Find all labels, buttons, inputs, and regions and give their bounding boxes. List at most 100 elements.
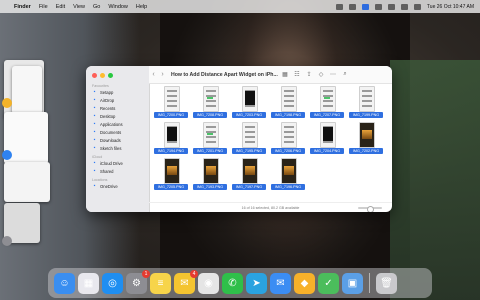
sidebar-item-airdrop[interactable]: ▪ AirDrop — [86, 96, 149, 104]
close-button[interactable] — [92, 73, 97, 78]
sidebar-item-icloud-drive[interactable]: ▪ iCloud Drive — [86, 159, 149, 167]
share-icon[interactable]: ⇪ — [303, 71, 315, 78]
sidebar-item-recents[interactable]: ▪ Recents — [86, 104, 149, 112]
sidebar-item-sketch-files[interactable]: ▪ Sketch files — [86, 144, 149, 152]
wifi-icon[interactable] — [374, 3, 382, 10]
file-thumbnail — [359, 122, 375, 148]
battery-icon[interactable] — [387, 3, 395, 10]
menu-app-name[interactable]: Finder — [14, 4, 31, 10]
file-item[interactable]: IMG_7198.PNG — [268, 86, 308, 122]
file-item[interactable]: IMG_7199.PNG — [346, 86, 386, 122]
minimize-button[interactable] — [100, 73, 105, 78]
folder-icon: ▪ — [93, 145, 96, 151]
view-options-icon[interactable]: ▦ — [279, 71, 291, 78]
file-item[interactable]: IMG_7201.PNG — [190, 122, 230, 158]
slider-knob[interactable] — [367, 205, 374, 212]
launchpad-icon[interactable]: ▦ — [78, 272, 99, 294]
file-name: IMG_7204.PNG — [310, 148, 344, 154]
file-name: IMG_7203.PNG — [232, 112, 266, 118]
file-item[interactable]: IMG_7193.PNG — [190, 158, 230, 194]
menu-clock[interactable]: Tue 26 Oct 10:47 AM — [427, 4, 474, 10]
preview-icon[interactable]: ▣ — [342, 272, 363, 294]
notes-icon[interactable]: ≡ — [150, 272, 171, 294]
file-name: IMG_7196.PNG — [271, 184, 305, 190]
file-name: IMG_7200.PNG — [154, 112, 188, 118]
file-item[interactable]: IMG_7202.PNG — [346, 122, 386, 158]
tag-icon[interactable]: ◇ — [315, 71, 327, 78]
group-by-icon[interactable]: ☷ — [291, 71, 303, 78]
file-thumbnail — [164, 86, 180, 112]
file-item[interactable]: IMG_7196.PNG — [268, 158, 308, 194]
file-item[interactable]: IMG_7203.PNG — [229, 86, 269, 122]
sidebar-item-onedrive[interactable]: ▪ OneDrive — [86, 182, 149, 190]
file-item[interactable]: IMG_7208.PNG — [190, 86, 230, 122]
file-thumbnail — [164, 158, 180, 184]
search-icon[interactable]: ⌕ — [339, 71, 351, 78]
desktop-wallpaper-plant — [390, 60, 480, 300]
forward-icon[interactable]: › — [158, 71, 167, 78]
finder-toolbar: ‹ › How to Add Distance Apart Widget on … — [149, 66, 392, 84]
mail-app-icon[interactable]: ✉ 4 — [174, 269, 198, 294]
file-item[interactable]: IMG_7197.PNG — [229, 158, 269, 194]
system-preferences-icon[interactable]: ⚙ 1 — [126, 269, 150, 294]
file-name: IMG_7199.PNG — [349, 112, 383, 118]
file-thumbnail — [203, 122, 219, 148]
zoom-button[interactable] — [108, 73, 113, 78]
sidebar-item-documents[interactable]: ▪ Documents — [86, 128, 149, 136]
stage-window-thumbnail[interactable] — [12, 66, 42, 114]
status-item-icon[interactable] — [348, 3, 356, 10]
menu-help[interactable]: Help — [136, 4, 147, 10]
status-item-icon[interactable] — [335, 3, 343, 10]
menu-bar: Finder File Edit View Go Window Help Tue… — [0, 0, 480, 13]
sidebar-item-desktop[interactable]: ▪ Desktop — [86, 112, 149, 120]
adguard-icon[interactable]: ✓ — [318, 272, 339, 294]
stage-window-thumbnail[interactable] — [4, 162, 50, 202]
menu-file[interactable]: File — [39, 4, 48, 10]
back-icon[interactable]: ‹ — [149, 71, 158, 78]
file-thumbnail — [320, 122, 336, 148]
sidebar-item-downloads[interactable]: ▪ Downloads — [86, 136, 149, 144]
file-item[interactable]: IMG_7194.PNG — [151, 122, 191, 158]
menu-extras: Tue 26 Oct 10:47 AM — [335, 3, 480, 10]
setapp-icon: ▪ — [93, 89, 96, 95]
icon-size-slider[interactable] — [358, 205, 382, 212]
menu-go[interactable]: Go — [93, 4, 100, 10]
control-center-icon[interactable] — [413, 3, 421, 10]
file-item[interactable]: IMG_7207.PNG — [307, 86, 347, 122]
safari-icon[interactable]: ◎ — [102, 272, 123, 294]
sidebar-item-shared[interactable]: ▪ Shared — [86, 167, 149, 175]
file-name: IMG_7197.PNG — [232, 184, 266, 190]
sidebar-item-label: Desktop — [100, 113, 116, 119]
file-name: IMG_7205.PNG — [154, 184, 188, 190]
file-grid: IMG_7200.PNG IMG_7208.PNG IMG_7203.PNG IMG_… — [149, 84, 392, 202]
menu-window[interactable]: Window — [108, 4, 128, 10]
menu-edit[interactable]: Edit — [56, 4, 65, 10]
file-item[interactable]: IMG_7204.PNG — [307, 122, 347, 158]
search-icon[interactable] — [400, 3, 408, 10]
shared-icon: ▪ — [93, 168, 96, 174]
sidebar-item-label: OneDrive — [100, 183, 118, 189]
sidebar-item-setapp[interactable]: ▪ Setapp — [86, 88, 149, 96]
whatsapp-icon[interactable]: ✆ — [222, 272, 243, 294]
notification-badge: 1 — [142, 269, 150, 278]
system-preferences-icon — [2, 236, 12, 246]
sketch-icon[interactable]: ◆ — [294, 272, 315, 294]
file-item[interactable]: IMG_7205.PNG — [151, 158, 191, 194]
more-actions-icon[interactable]: ⋯ — [327, 71, 339, 78]
trash-icon[interactable]: 🗑 — [376, 272, 397, 294]
dock-separator — [369, 273, 370, 293]
finder-icon[interactable]: ☺ — [54, 272, 75, 294]
telegram-icon[interactable]: ➤ — [246, 272, 267, 294]
file-item[interactable]: IMG_7195.PNG — [229, 122, 269, 158]
airdrop-icon: ▪ — [93, 97, 96, 103]
status-item-icon[interactable] — [361, 3, 369, 10]
mail-icon[interactable]: ✉ — [270, 272, 291, 294]
chrome-icon[interactable]: ◉ — [198, 272, 219, 294]
file-item[interactable]: IMG_7206.PNG — [268, 122, 308, 158]
sidebar-item-applications[interactable]: ▪ Applications — [86, 120, 149, 128]
onedrive-icon: ▪ — [93, 183, 96, 189]
file-name: IMG_7193.PNG — [193, 184, 227, 190]
file-item[interactable]: IMG_7200.PNG — [151, 86, 191, 122]
menu-view[interactable]: View — [73, 4, 85, 10]
notification-badge: 4 — [190, 269, 198, 278]
